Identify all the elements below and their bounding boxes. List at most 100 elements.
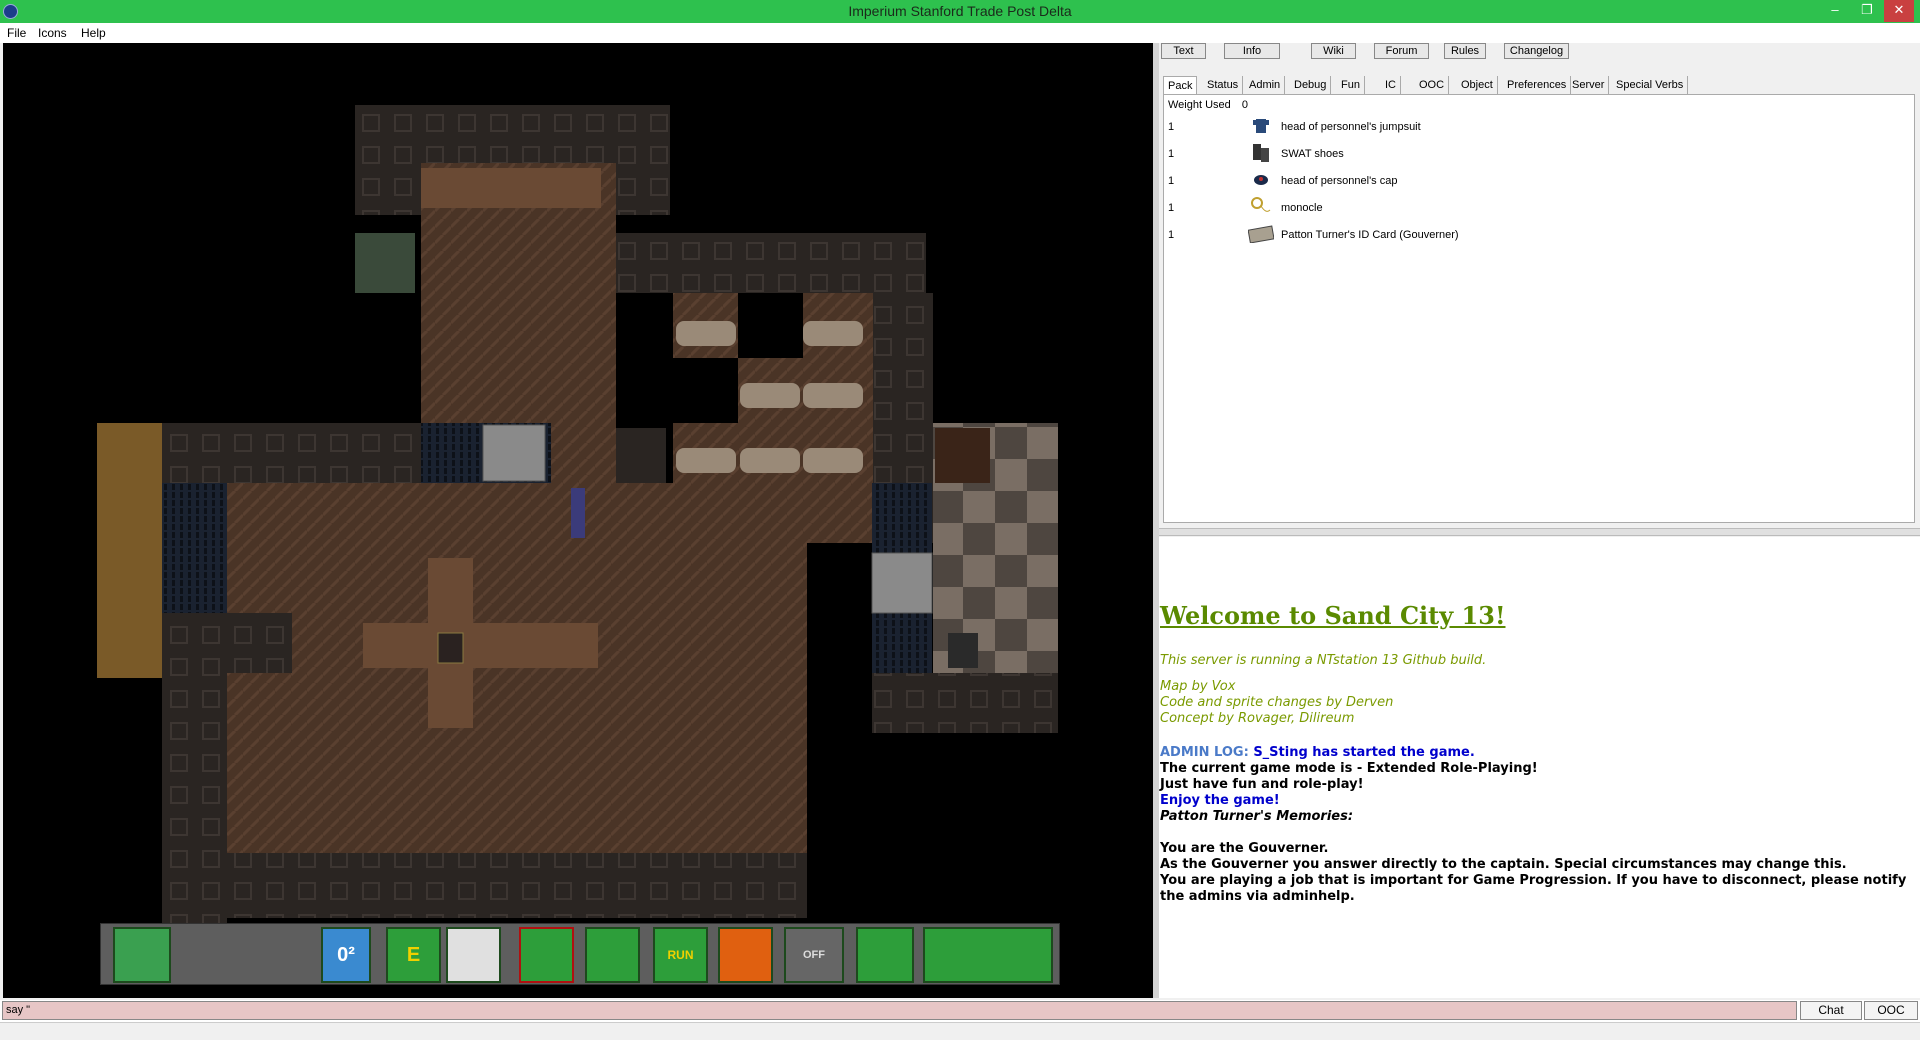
menu-bar: File Icons Help [0, 23, 1920, 43]
minimize-button[interactable]: – [1820, 0, 1850, 22]
oxygen-off-icon[interactable]: OFF [784, 927, 844, 983]
list-item[interactable]: 1 Patton Turner's ID Card (Gouverner) [1168, 221, 1908, 247]
intent-harm-icon[interactable] [585, 927, 640, 983]
item-name: monocle [1281, 202, 1323, 214]
coffin[interactable] [740, 383, 800, 408]
move-intent-icons[interactable] [923, 927, 1053, 983]
internals-button[interactable]: 0² [321, 927, 371, 983]
shoes-icon [1248, 140, 1274, 166]
wiki-button[interactable]: Wiki [1311, 43, 1356, 59]
wood-counter [421, 168, 601, 208]
altar[interactable] [437, 632, 464, 664]
menu-file[interactable]: File [7, 26, 26, 40]
info-button[interactable]: Info [1224, 43, 1280, 59]
zone-select[interactable] [446, 927, 501, 983]
monocle-icon [1248, 194, 1274, 220]
maximize-button[interactable]: ❐ [1852, 0, 1882, 22]
memories-heading: Patton Turner's Memories: [1160, 809, 1354, 824]
enjoy-text: Enjoy the game! [1160, 793, 1280, 808]
build-text: This server is running a NTstation 13 Gi… [1160, 653, 1487, 668]
answer-text: As the Gouverner you answer directly to … [1160, 857, 1847, 872]
tab-admin[interactable]: Admin [1245, 76, 1286, 94]
credit-map: Map by Vox [1160, 679, 1236, 694]
admin-log-message: S_Sting has started the game. [1253, 745, 1475, 760]
list-item[interactable]: 1 monocle [1168, 194, 1908, 220]
run-toggle[interactable]: RUN [653, 927, 708, 983]
menu-icons[interactable]: Icons [38, 26, 67, 40]
tab-object[interactable]: Object [1457, 76, 1498, 94]
game-mode-text: The current game mode is - Extended Role… [1160, 761, 1538, 776]
credit-concept: Concept by Rovager, Dilireum [1160, 711, 1355, 726]
wall-west [162, 423, 422, 483]
weight-value: 0 [1241, 99, 1248, 111]
tab-fun[interactable]: Fun [1337, 76, 1365, 94]
wall-panel [616, 428, 666, 483]
list-item[interactable]: 1 SWAT shoes [1168, 140, 1908, 166]
changelog-button[interactable]: Changelog [1504, 43, 1569, 59]
tab-debug[interactable]: Debug [1290, 76, 1332, 94]
intent-help-icon[interactable] [519, 927, 574, 983]
item-qty: 1 [1168, 175, 1175, 187]
game-map-view[interactable]: 0² E RUN OFF [3, 43, 1153, 998]
chat-output[interactable]: Welcome to Sand City 13! This server is … [1159, 537, 1920, 998]
tab-ic[interactable]: IC [1381, 76, 1401, 94]
text-button[interactable]: Text [1161, 43, 1206, 59]
station-map[interactable] [3, 43, 1153, 998]
wall-east-bottom [872, 673, 1058, 733]
forum-button[interactable]: Forum [1374, 43, 1429, 59]
role-text: You are the Gouverner. [1160, 841, 1329, 856]
airlock-door[interactable] [355, 233, 415, 293]
wall-corridor [616, 233, 926, 293]
wall-southwest-2 [162, 673, 227, 923]
window-grate-west [162, 483, 227, 613]
status-bar [0, 1022, 1920, 1040]
ooc-button[interactable]: OOC [1864, 1001, 1918, 1020]
stat-panel: Weight Used 0 1 head of personnel's jump… [1163, 94, 1915, 523]
item-name: head of personnel's cap [1281, 175, 1398, 187]
coffin[interactable] [676, 321, 736, 346]
tab-pack[interactable]: Pack [1163, 76, 1198, 94]
temperature-icon [856, 927, 914, 983]
fun-text: Just have fun and role-play! [1160, 777, 1364, 792]
trash-bin[interactable] [948, 633, 978, 668]
void-southeast [807, 543, 872, 853]
list-item[interactable]: 1 head of personnel's cap [1168, 167, 1908, 193]
double-door[interactable] [482, 424, 546, 482]
tab-preferences[interactable]: Preferences [1503, 76, 1572, 94]
command-input[interactable]: say " [2, 1001, 1797, 1020]
id-card-icon [1248, 221, 1274, 247]
item-qty: 1 [1168, 148, 1175, 160]
admin-log-prefix: ADMIN LOG: [1160, 745, 1249, 760]
pew-horizontal[interactable] [363, 623, 598, 668]
title-bar: Imperium Stanford Trade Post Delta – ❐ ✕ [0, 0, 1920, 23]
health-doll-icon[interactable] [718, 927, 773, 983]
bookcase[interactable] [935, 428, 990, 483]
coffin[interactable] [676, 448, 736, 473]
horizontal-splitter[interactable] [1159, 528, 1920, 536]
tab-special-verbs[interactable]: Special Verbs [1612, 76, 1689, 94]
tab-status[interactable]: Status [1203, 76, 1244, 94]
player-character[interactable] [571, 488, 585, 538]
double-door-east[interactable] [871, 552, 933, 614]
chat-button[interactable]: Chat [1800, 1001, 1862, 1020]
wall-south [227, 853, 807, 918]
void-gap [738, 293, 803, 358]
progression-text-2: the admins via adminhelp. [1160, 889, 1355, 904]
coffin[interactable] [803, 448, 863, 473]
coffin[interactable] [740, 448, 800, 473]
close-button[interactable]: ✕ [1884, 0, 1914, 22]
progression-text: You are playing a job that is important … [1160, 873, 1907, 888]
equip-button[interactable]: E [386, 927, 441, 983]
hand-slot[interactable] [113, 927, 171, 983]
coffin[interactable] [803, 383, 863, 408]
item-name: head of personnel's jumpsuit [1281, 121, 1421, 133]
cap-icon [1248, 167, 1274, 193]
rules-button[interactable]: Rules [1444, 43, 1486, 59]
tab-server[interactable]: Server [1568, 76, 1610, 94]
tab-ooc[interactable]: OOC [1415, 76, 1450, 94]
coffin[interactable] [803, 321, 863, 346]
menu-help[interactable]: Help [81, 26, 106, 40]
item-qty: 1 [1168, 121, 1175, 133]
list-item[interactable]: 1 head of personnel's jumpsuit [1168, 113, 1908, 139]
weight-row: Weight Used 0 [1168, 99, 1248, 111]
